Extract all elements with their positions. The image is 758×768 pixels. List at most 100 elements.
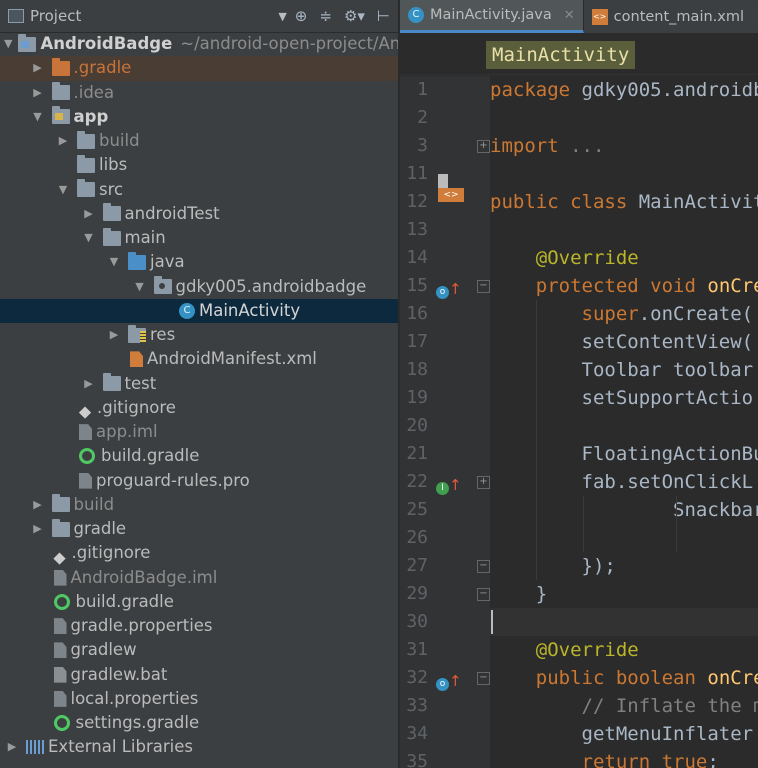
- layout-file-icon[interactable]: <>: [438, 174, 464, 204]
- folder-icon: [51, 518, 70, 537]
- code-line: protected void onCre: [535, 275, 758, 297]
- tree-item[interactable]: ▼ AndroidBadge ~/android-open-project/And: [0, 32, 398, 56]
- implement-marker-icon[interactable]: I ↑: [436, 475, 462, 495]
- tree-item-label: res: [150, 325, 176, 344]
- fold-marker-icon[interactable]: +: [477, 476, 490, 489]
- file-icon: [79, 472, 92, 489]
- indent-guide: [583, 496, 584, 552]
- line-number: 20: [406, 415, 428, 436]
- tree-item-label: gradle.properties: [70, 616, 213, 635]
- project-icon: [8, 9, 24, 23]
- tree-item[interactable]: ▶ .gradle: [0, 56, 398, 81]
- gear-icon[interactable]: ⚙▾: [344, 7, 365, 25]
- line-number: 25: [406, 499, 428, 520]
- editor-tab[interactable]: <>content_main.xml✕: [584, 0, 758, 33]
- expand-down-icon[interactable]: ▼: [30, 105, 46, 129]
- expand-right-icon[interactable]: ▶: [30, 493, 46, 517]
- tree-item[interactable]: ▼ app: [0, 105, 398, 129]
- tree-item[interactable]: build.gradle: [0, 590, 398, 614]
- expand-down-icon[interactable]: ▼: [81, 226, 97, 250]
- chevron-down-icon[interactable]: ▼: [278, 10, 286, 23]
- fold-marker-icon[interactable]: −: [477, 280, 490, 293]
- tree-item[interactable]: gradlew.bat: [0, 663, 398, 687]
- tree-item[interactable]: ▶ build: [0, 129, 398, 153]
- fold-marker-icon[interactable]: −: [477, 588, 490, 601]
- expand-right-icon[interactable]: ▶: [30, 517, 46, 541]
- tree-item[interactable]: ⬥ .gitignore: [0, 541, 398, 567]
- code-line: Toolbar toolbar: [490, 359, 754, 381]
- tree-item[interactable]: ⬥ .gitignore: [0, 396, 398, 422]
- override-marker-icon[interactable]: o ↑: [436, 279, 462, 299]
- expand-down-icon[interactable]: ▼: [132, 275, 148, 299]
- fold-marker-icon[interactable]: −: [477, 672, 490, 685]
- tab-label: content_main.xml: [613, 8, 745, 25]
- tree-item[interactable]: ▶ test: [0, 372, 398, 396]
- module-folder-icon: [18, 33, 37, 52]
- hide-panel-icon[interactable]: ⊢: [377, 7, 390, 25]
- expand-down-icon[interactable]: ▼: [55, 178, 71, 202]
- tree-item[interactable]: build.gradle: [0, 444, 398, 468]
- tree-item[interactable]: C MainActivity: [0, 298, 398, 323]
- close-icon[interactable]: ✕: [564, 8, 575, 23]
- indent-guide: [536, 300, 537, 580]
- tree-item[interactable]: ▶ gradle: [0, 517, 398, 541]
- indent-guide: [676, 496, 677, 552]
- breadcrumb[interactable]: MainActivity: [486, 41, 636, 69]
- tab-label: MainActivity.java: [430, 7, 552, 23]
- tree-item[interactable]: AndroidManifest.xml: [0, 347, 398, 371]
- expand-right-icon[interactable]: ▶: [81, 372, 97, 396]
- expand-right-icon[interactable]: ▶: [30, 56, 46, 80]
- tree-item[interactable]: ▼ java: [0, 250, 398, 274]
- expand-right-icon[interactable]: ▶: [30, 81, 46, 105]
- expand-down-icon[interactable]: ▼: [106, 250, 122, 274]
- tree-item[interactable]: ▶ .idea: [0, 81, 398, 105]
- file-icon: [79, 424, 92, 441]
- tree-item[interactable]: local.properties: [0, 687, 398, 711]
- xml-file-icon: [130, 351, 143, 368]
- code-area[interactable]: package gdky005.androidb import ... public…: [490, 76, 758, 768]
- override-marker-icon[interactable]: o ↑: [436, 671, 462, 691]
- tree-item[interactable]: ▼ main: [0, 226, 398, 250]
- project-view-selector[interactable]: Project: [8, 7, 81, 25]
- tree-item-label: src: [99, 179, 124, 199]
- collapse-all-icon[interactable]: ≑: [319, 7, 332, 25]
- file-icon: [53, 690, 67, 707]
- xml-file-icon: <>: [591, 8, 608, 25]
- code-line: return true;: [581, 751, 719, 768]
- line-number: 3: [417, 135, 428, 156]
- tree-item[interactable]: AndroidBadge.iml: [0, 566, 398, 590]
- code-line: @Override: [535, 247, 639, 269]
- expand-right-icon[interactable]: ▶: [106, 323, 122, 347]
- expand-right-icon[interactable]: ▶: [55, 129, 71, 153]
- text-caret: [491, 610, 493, 634]
- expand-right-icon[interactable]: ▶: [4, 735, 20, 759]
- tree-item[interactable]: ▶ build: [0, 493, 398, 517]
- code-line: public boolean onCre: [535, 667, 758, 689]
- expand-down-icon[interactable]: ▼: [4, 32, 12, 56]
- tree-item-label: libs: [99, 155, 128, 175]
- line-number: 22: [406, 471, 428, 492]
- tree-item-label: build: [99, 131, 140, 150]
- fold-marker-icon[interactable]: −: [477, 560, 490, 573]
- tree-item[interactable]: gradlew: [0, 638, 398, 662]
- tree-item[interactable]: gradle.properties: [0, 614, 398, 638]
- tree-item[interactable]: ▼ src: [0, 178, 398, 202]
- folder-icon: [77, 179, 95, 198]
- editor-tab[interactable]: C MainActivity.java ✕: [400, 0, 584, 33]
- tree-item[interactable]: proguard-rules.pro: [0, 469, 398, 493]
- code-line: FloatingActionBu: [490, 443, 758, 465]
- tree-item[interactable]: ▼ gdky005.androidbadge: [0, 275, 398, 299]
- tree-item[interactable]: ▶ External Libraries: [0, 735, 398, 759]
- tree-item[interactable]: ▶ androidTest: [0, 202, 398, 226]
- git-icon: ⬥: [79, 402, 91, 422]
- tree-item[interactable]: settings.gradle: [0, 711, 398, 735]
- project-path: ~/android-open-project/And: [180, 34, 398, 53]
- target-icon[interactable]: ⊕: [295, 7, 308, 25]
- line-number: 14: [406, 247, 428, 268]
- line-number: 35: [406, 751, 428, 768]
- tree-item[interactable]: app.iml: [0, 420, 398, 444]
- tree-item[interactable]: ▶ res: [0, 323, 398, 347]
- tree-item[interactable]: libs: [0, 153, 398, 177]
- fold-marker-icon[interactable]: +: [477, 140, 490, 153]
- expand-right-icon[interactable]: ▶: [81, 202, 97, 226]
